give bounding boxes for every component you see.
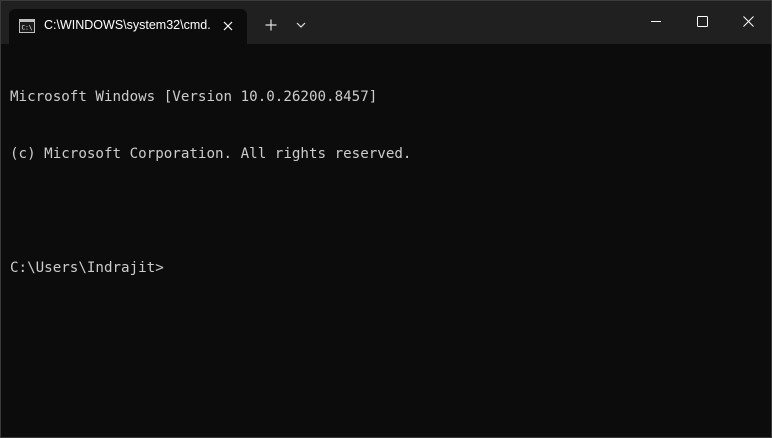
close-icon	[742, 15, 754, 27]
terminal-output[interactable]: Microsoft Windows [Version 10.0.26200.84…	[10, 50, 760, 316]
maximize-button[interactable]	[679, 1, 725, 41]
tab-cmd[interactable]: C:\ C:\WINDOWS\system32\cmd.	[9, 9, 247, 44]
maximize-icon	[696, 15, 708, 27]
terminal-line: Microsoft Windows [Version 10.0.26200.84…	[10, 89, 378, 105]
terminal-window: C:\ C:\WINDOWS\system32\cmd. Microsoft W…	[0, 0, 772, 438]
cmd-icon: C:\	[19, 19, 35, 33]
title-bar[interactable]: C:\ C:\WINDOWS\system32\cmd.	[1, 1, 771, 44]
chevron-down-icon	[296, 22, 306, 28]
plus-icon	[265, 19, 277, 31]
terminal-prompt: C:\Users\Indrajit>	[10, 260, 164, 276]
minimize-icon	[651, 21, 661, 22]
tab-dropdown-button[interactable]	[289, 13, 313, 37]
tab-title: C:\WINDOWS\system32\cmd.	[44, 18, 211, 32]
new-tab-button[interactable]	[257, 13, 285, 37]
svg-text:C:\: C:\	[22, 25, 33, 32]
minimize-button[interactable]	[633, 1, 679, 41]
scrollbar[interactable]	[763, 44, 771, 437]
terminal-line: (c) Microsoft Corporation. All rights re…	[10, 146, 412, 162]
close-icon	[223, 21, 233, 31]
tab-close-button[interactable]	[219, 17, 237, 35]
close-window-button[interactable]	[725, 1, 771, 41]
